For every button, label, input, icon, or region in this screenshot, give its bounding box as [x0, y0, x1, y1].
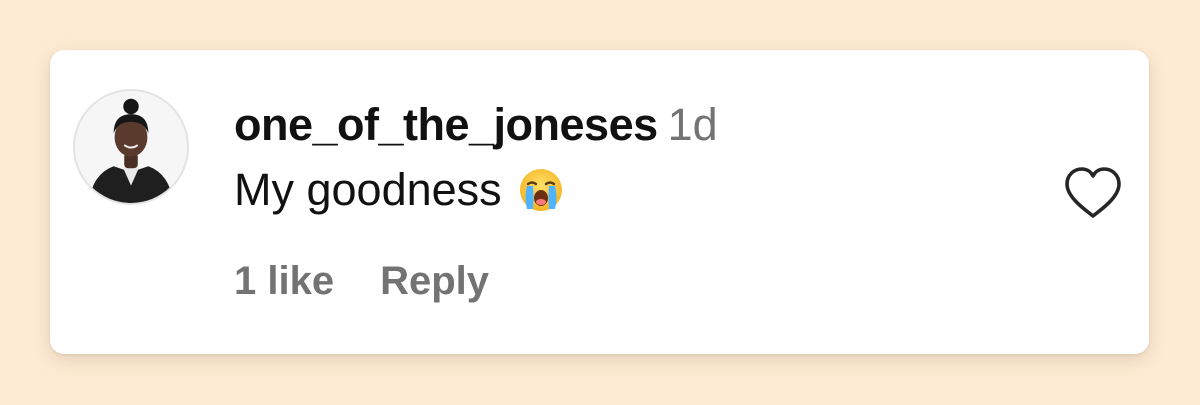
comment-header: one_of_the_joneses 1d	[234, 99, 718, 151]
heart-outline-icon[interactable]	[1063, 166, 1123, 220]
username-link[interactable]: one_of_the_joneses	[234, 99, 658, 150]
reply-button[interactable]: Reply	[380, 257, 489, 305]
comment-text: My goodness	[234, 164, 502, 215]
loudly-crying-face-emoji-icon	[518, 167, 564, 213]
comment-text-row: My goodness	[234, 164, 564, 216]
avatar[interactable]	[73, 89, 189, 205]
comment-actions: 1 like Reply	[234, 257, 489, 305]
comment-card: one_of_the_joneses 1d My goodness 1 like…	[50, 50, 1149, 354]
avatar-image	[75, 91, 187, 203]
likes-count-link[interactable]: 1 like	[234, 257, 334, 305]
timestamp[interactable]: 1d	[668, 99, 718, 150]
